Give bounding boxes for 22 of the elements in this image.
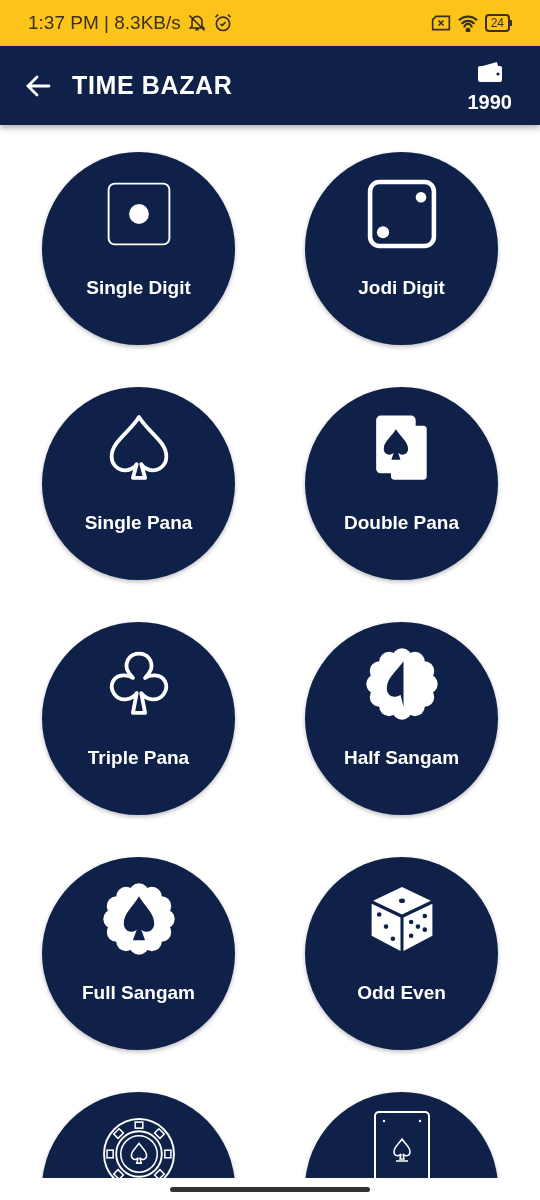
status-time: 1:37 PM | 8.3KB/s <box>28 10 181 35</box>
game-type-button[interactable]: Single Digit <box>42 152 235 345</box>
wallet-icon <box>476 60 503 83</box>
game-type-button[interactable]: Half Sangam <box>305 622 498 815</box>
alarm-icon <box>212 13 233 33</box>
back-arrow-icon <box>25 73 51 98</box>
game-type-button[interactable]: Single Pana <box>42 387 235 580</box>
game-type-button[interactable]: Full Sangam <box>42 857 235 1050</box>
game-type-button[interactable]: Odd Even <box>305 857 498 1050</box>
half-spade-badge-icon <box>363 646 440 722</box>
sim-icon <box>430 14 451 32</box>
poker-chip-icon <box>100 1116 177 1178</box>
game-type-button[interactable]: Jodi Digit <box>305 152 498 345</box>
wifi-icon <box>456 14 479 32</box>
page-title: TIME BAZAR <box>72 69 233 101</box>
battery-indicator: 24 <box>484 14 512 32</box>
spade-badge-icon <box>100 881 177 957</box>
game-type-button[interactable]: Double Pana <box>305 387 498 580</box>
game-type-button[interactable]: Triple Pana <box>42 622 235 815</box>
wallet-balance: 1990 <box>467 89 512 115</box>
playing-card-icon <box>371 1109 432 1178</box>
mute-icon <box>186 13 207 33</box>
